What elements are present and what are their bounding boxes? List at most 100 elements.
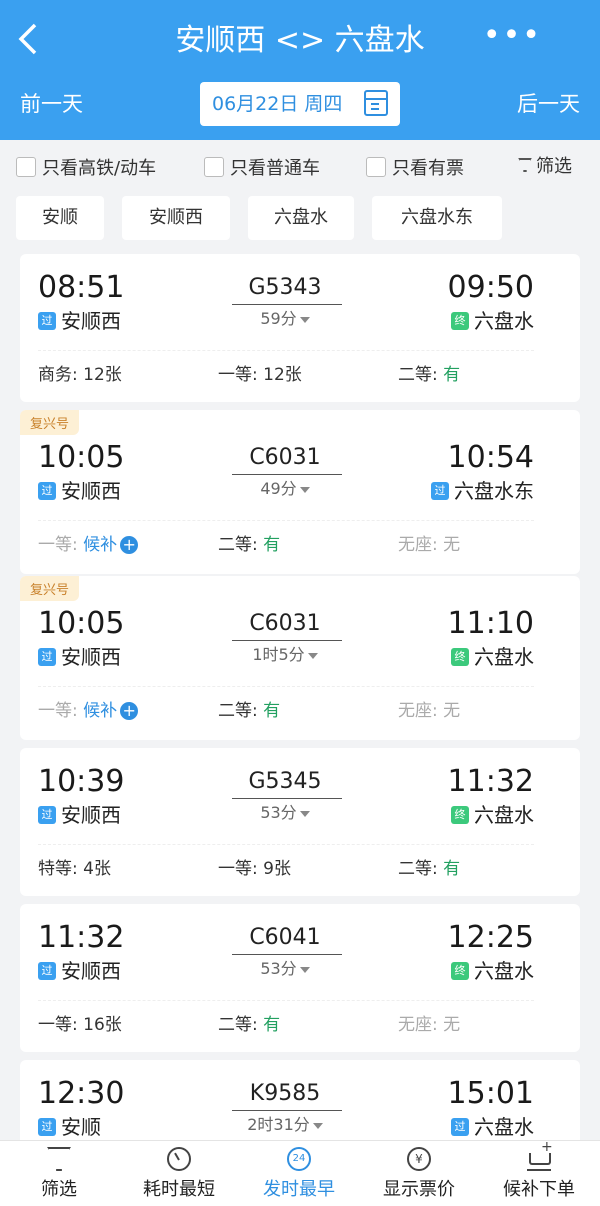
departure-time: 10:05 [38,606,125,641]
seat-class-value: 9张 [263,859,291,879]
station-badge: 终 [451,648,469,666]
waitlist-add-icon[interactable]: + [120,536,139,554]
has-tickets-only-checkbox[interactable]: 只看有票 [366,154,464,180]
duration-toggle[interactable]: 1时5分 [220,644,350,666]
card-divider [38,1000,534,1001]
arrival-station-name: 六盘水 [474,959,534,983]
filter-button[interactable]: 筛选 [518,152,572,178]
seat-class-value: 候补 [83,701,118,721]
duration-toggle[interactable]: 49分 [220,478,350,500]
arrival-station: 终六盘水 [451,644,534,670]
seat-class-value: 有 [263,535,281,555]
station-badge: 终 [451,806,469,824]
station-badge: 过 [38,648,56,666]
train-card[interactable]: 12:30 K9585 2时31分 15:01 过安顺过六盘水 [20,1060,580,1150]
bottom-tab-bar: 筛选 耗时最短 24 发时最早 ¥ 显示票价 候补下单 [0,1139,600,1206]
seat-availability: 无座: 无 [398,1012,460,1038]
duration-text: 59分 [260,309,297,328]
station-chip[interactable]: 六盘水 [248,196,354,240]
date-picker[interactable]: 06月22日 周四 [200,82,400,126]
departure-station: 过安顺西 [38,958,121,984]
station-badge: 终 [451,312,469,330]
seat-class-label: 一等: [218,365,264,385]
train-card[interactable]: 08:51 G5343 59分 09:50 过安顺西终六盘水 商务: 12张 一等: 12张… [20,254,580,402]
top-nav-bar: 安顺西 <> 六盘水 ••• 前一天 06月22日 周四 后一天 [0,0,600,140]
regular-train-only-checkbox[interactable]: 只看普通车 [204,154,320,180]
tab-label: 发时最早 [263,1179,335,1200]
tab-show-price[interactable]: ¥ 显示票价 [364,1147,474,1201]
seat-class-value: 有 [443,365,461,385]
next-day-button[interactable]: 后一天 [517,88,580,120]
checkbox-label: 只看有票 [392,158,464,179]
seat-class-label: 二等: [218,1015,264,1035]
seat-availability: 二等: 有 [398,856,460,882]
seat-availability: 商务: 12张 [38,362,122,388]
tab-waitlist-order[interactable]: 候补下单 [484,1139,594,1201]
station-chip[interactable]: 安顺 [16,196,104,240]
train-card[interactable]: 10:39 G5345 53分 11:32 过安顺西 终六盘水 特等: 4张 一等: 9张 二等… [20,748,580,896]
departure-station: 过安顺西 [38,308,121,334]
arrival-station: 过六盘水 [451,1114,534,1140]
seat-class-label: 一等: [38,701,84,721]
station-chip[interactable]: 安顺西 [122,196,230,240]
seat-class-label: 一等: [218,859,264,879]
train-card[interactable]: 复兴号 10:05 C6031 49分 10:54 过安顺西过六盘水东 一等: 候补 + 二等:… [20,410,580,574]
arrival-station: 终六盘水 [451,308,534,334]
seat-availability: 特等: 4张 [38,856,111,882]
departure-station: 过安顺 [38,1114,101,1140]
prev-day-button[interactable]: 前一天 [20,88,83,120]
card-divider [38,350,534,351]
seat-class-label: 特等: [38,859,84,879]
seat-class-label: 一等: [38,535,84,555]
train-card[interactable]: 11:32 C6041 53分 12:25 过安顺西 终六盘水 一等: 16张 二等: 有 无座… [20,904,580,1052]
caret-down-icon [299,810,310,817]
seat-class-label: 无座: [398,1015,444,1035]
station-badge: 终 [451,962,469,980]
checkbox-box [366,157,386,177]
seat-class-value: 16张 [83,1015,122,1035]
tab-label: 候补下单 [503,1179,575,1200]
arrival-time: 11:10 [447,606,534,641]
departure-station-name: 安顺西 [61,959,121,983]
seat-class-label: 无座: [398,701,444,721]
duration-text: 53分 [260,803,297,822]
waitlist-add-icon[interactable]: + [120,702,139,720]
seat-availability: 无座: 无 [398,698,460,724]
tab-filter[interactable]: 筛选 [4,1147,114,1201]
seat-availability: 一等: 9张 [218,856,291,882]
caret-down-icon [307,652,318,659]
train-number: C6031 [249,445,321,470]
departure-station-name: 安顺西 [61,645,121,669]
departure-station-name: 安顺 [61,1115,101,1139]
train-number: K9585 [249,1081,321,1106]
high-speed-only-checkbox[interactable]: 只看高铁/动车 [16,154,156,180]
seat-availability: 二等: 有 [218,1012,280,1038]
departure-station-name: 安顺西 [61,803,121,827]
train-card[interactable]: 复兴号 10:05 C6031 1时5分 11:10 过安顺西 终六盘水 一等: 候补 + 二等:… [20,576,580,740]
seat-availability: 二等: 有 [398,362,460,388]
duration-toggle[interactable]: 2时31分 [220,1114,350,1136]
seat-availability: 无座: 无 [398,532,460,558]
tab-earliest-departure[interactable]: 24 发时最早 [244,1147,354,1201]
seat-availability: 一等: 12张 [218,362,302,388]
card-divider [38,686,534,687]
checkbox-label: 只看高铁/动车 [42,158,157,179]
train-type-tag: 复兴号 [20,410,80,435]
train-line-divider [232,474,342,475]
departure-station-name: 安顺西 [61,309,121,333]
duration-toggle[interactable]: 53分 [220,958,350,980]
duration-text: 49分 [260,479,297,498]
departure-time: 08:51 [38,270,125,305]
arrival-time: 11:32 [447,764,534,799]
duration-toggle[interactable]: 59分 [220,308,350,330]
arrival-time: 09:50 [447,270,534,305]
train-line-divider [232,1110,342,1111]
caret-down-icon [299,316,310,323]
station-chip[interactable]: 六盘水东 [372,196,502,240]
seat-class-label: 商务: [38,365,84,385]
tab-shortest-duration[interactable]: 耗时最短 [124,1147,234,1201]
calendar-icon [364,90,388,116]
duration-toggle[interactable]: 53分 [220,802,350,824]
seat-class-label: 二等: [218,701,264,721]
more-icon[interactable]: ••• [483,18,542,53]
